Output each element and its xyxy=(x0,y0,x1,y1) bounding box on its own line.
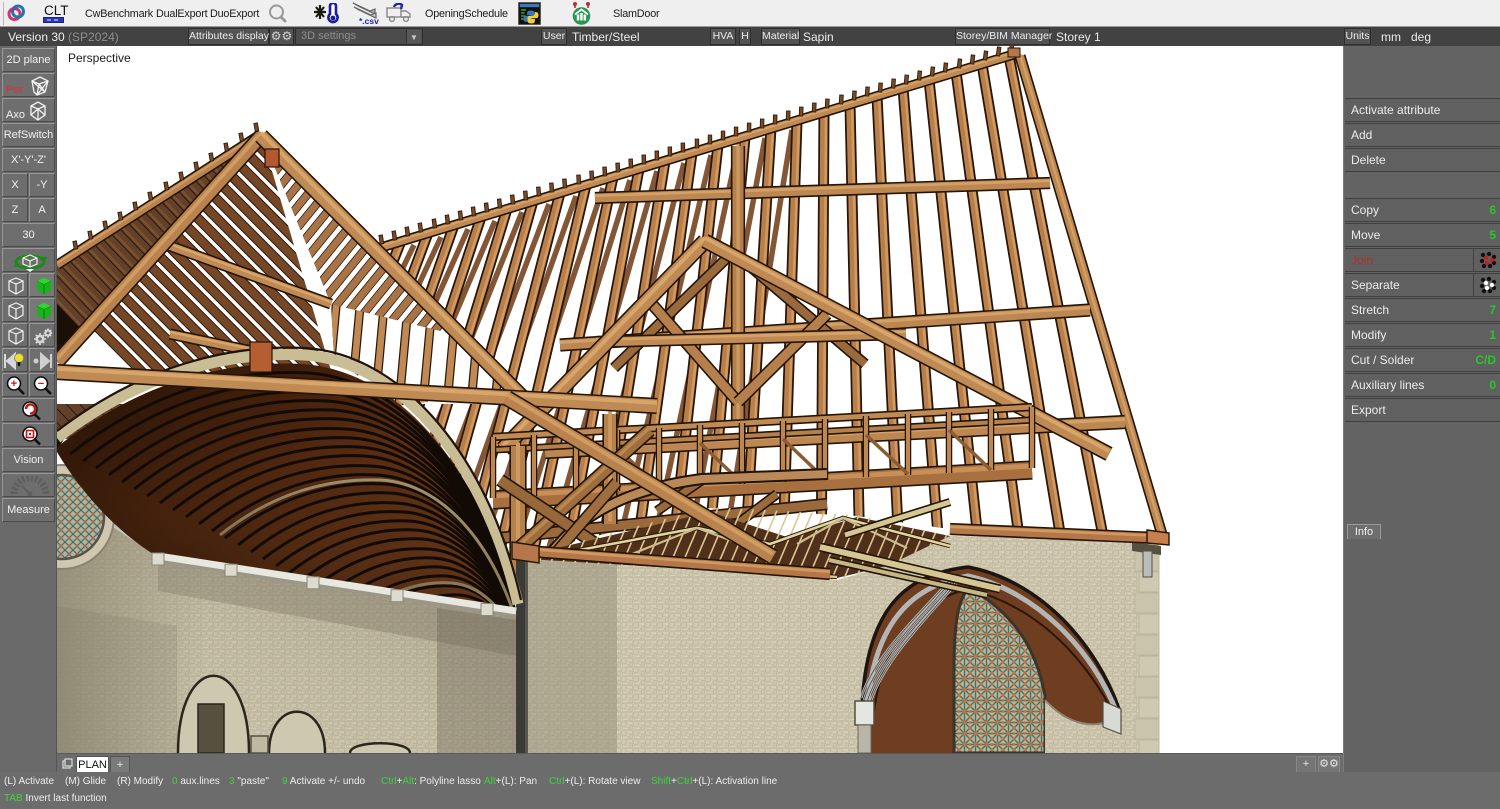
svg-text:+: + xyxy=(11,378,17,390)
svg-text:−: − xyxy=(38,378,44,390)
svg-text:*.csv: *.csv xyxy=(359,16,379,25)
